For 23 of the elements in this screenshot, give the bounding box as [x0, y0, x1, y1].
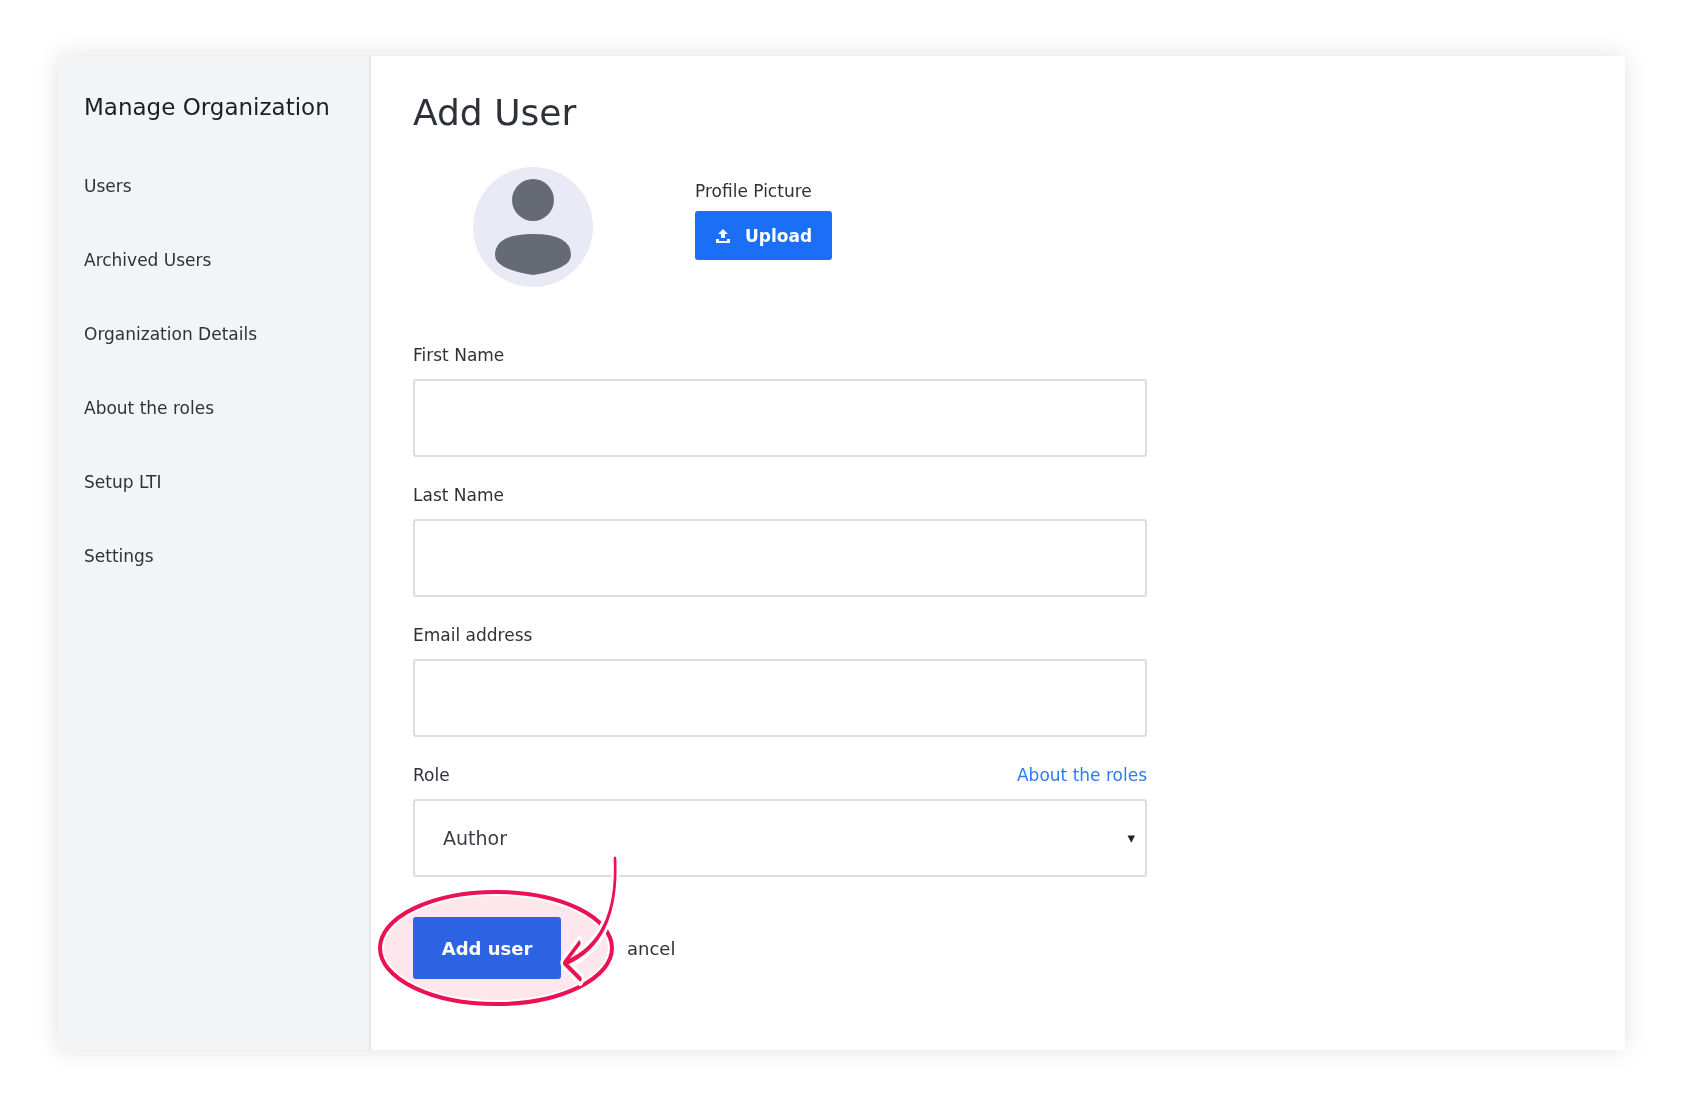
- field-label: First Name: [413, 345, 506, 365]
- sidebar-title: Manage Organization: [84, 94, 331, 120]
- sidebar-item[interactable]: Organization Details: [84, 324, 369, 398]
- sidebar-item[interactable]: Settings: [84, 546, 369, 620]
- field-label: Role: [413, 765, 450, 785]
- upload-icon: [715, 227, 731, 244]
- sidebar-item[interactable]: Setup LTI: [84, 472, 369, 546]
- field-label: Email address: [413, 625, 534, 645]
- add-user-button[interactable]: Add user: [413, 917, 561, 979]
- input-field[interactable]: [413, 379, 1147, 457]
- cancel-button[interactable]: ancel: [627, 937, 676, 959]
- sidebar-item[interactable]: About the roles: [84, 398, 369, 472]
- sidebar-item[interactable]: Users: [84, 176, 369, 250]
- page-title: Add User: [413, 92, 578, 133]
- sidebar-item[interactable]: Archived Users: [84, 250, 369, 324]
- avatar-icon: [473, 167, 593, 287]
- role-select[interactable]: Author ▾: [413, 799, 1147, 877]
- upload-button[interactable]: Upload: [695, 211, 833, 260]
- about-roles-link[interactable]: About the roles: [1016, 765, 1147, 785]
- field-label: Last Name: [413, 485, 505, 505]
- input-field[interactable]: [413, 519, 1147, 597]
- profile-picture-label: Profile Picture: [695, 181, 813, 201]
- input-field[interactable]: [413, 659, 1147, 737]
